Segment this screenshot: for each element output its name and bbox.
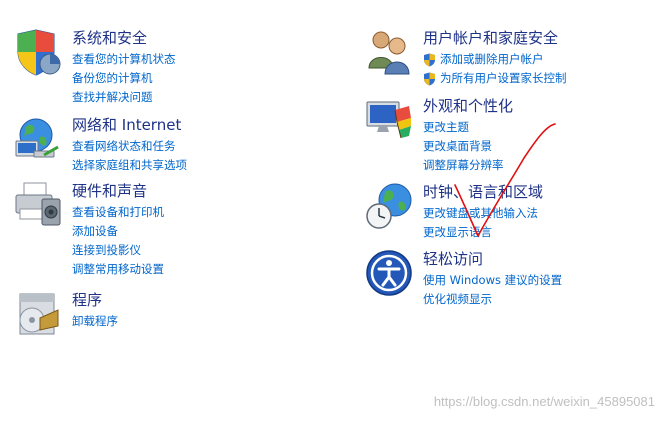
- link-label: 添加或删除用户帐户: [440, 52, 544, 66]
- category-title[interactable]: 轻松访问: [423, 249, 483, 269]
- uac-shield-icon: [424, 72, 435, 86]
- category-title[interactable]: 网络和 Internet: [72, 115, 181, 135]
- link-optimize-visual-display[interactable]: 优化视频显示: [423, 290, 562, 309]
- monitor-palette-icon[interactable]: [365, 96, 413, 144]
- category-title[interactable]: 时钟、语言和区域: [423, 182, 543, 202]
- category-title[interactable]: 程序: [72, 290, 102, 310]
- link-change-display-language[interactable]: 更改显示语言: [423, 223, 538, 242]
- link-view-network-status[interactable]: 查看网络状态和任务: [72, 137, 187, 156]
- watermark: https://blog.csdn.net/weixin_45895081: [433, 394, 655, 409]
- link-connect-projector[interactable]: 连接到投影仪: [72, 241, 164, 260]
- link-uninstall-program[interactable]: 卸载程序: [72, 312, 118, 331]
- link-add-remove-accounts[interactable]: 添加或删除用户帐户: [423, 50, 567, 69]
- link-change-keyboard-input[interactable]: 更改键盘或其他输入法: [423, 204, 538, 223]
- category-title[interactable]: 硬件和声音: [72, 181, 147, 201]
- link-add-device[interactable]: 添加设备: [72, 222, 164, 241]
- category-title[interactable]: 用户帐户和家庭安全: [423, 28, 558, 48]
- shield-icon[interactable]: [14, 28, 62, 76]
- link-troubleshoot[interactable]: 查找并解决问题: [72, 88, 176, 107]
- link-parental-controls[interactable]: 为所有用户设置家长控制: [423, 69, 567, 88]
- programs-icon[interactable]: [14, 290, 62, 338]
- link-change-theme[interactable]: 更改主题: [423, 118, 504, 137]
- link-view-computer-status[interactable]: 查看您的计算机状态: [72, 50, 176, 69]
- printer-icon[interactable]: [14, 181, 62, 229]
- link-change-desktop-background[interactable]: 更改桌面背景: [423, 137, 504, 156]
- link-mobility-settings[interactable]: 调整常用移动设置: [72, 260, 164, 279]
- link-adjust-resolution[interactable]: 调整屏幕分辨率: [423, 156, 504, 175]
- uac-shield-icon: [424, 53, 435, 67]
- link-backup-computer[interactable]: 备份您的计算机: [72, 69, 176, 88]
- ease-of-access-icon[interactable]: [365, 249, 413, 297]
- category-title[interactable]: 外观和个性化: [423, 96, 513, 116]
- link-devices-printers[interactable]: 查看设备和打印机: [72, 203, 164, 222]
- category-title[interactable]: 系统和安全: [72, 28, 147, 48]
- users-icon[interactable]: [365, 28, 413, 76]
- network-globe-icon[interactable]: [14, 115, 62, 163]
- clock-globe-icon[interactable]: [365, 182, 413, 230]
- link-label: 为所有用户设置家长控制: [440, 71, 567, 85]
- link-windows-recommended-settings[interactable]: 使用 Windows 建议的设置: [423, 271, 562, 290]
- link-homegroup-sharing[interactable]: 选择家庭组和共享选项: [72, 156, 187, 175]
